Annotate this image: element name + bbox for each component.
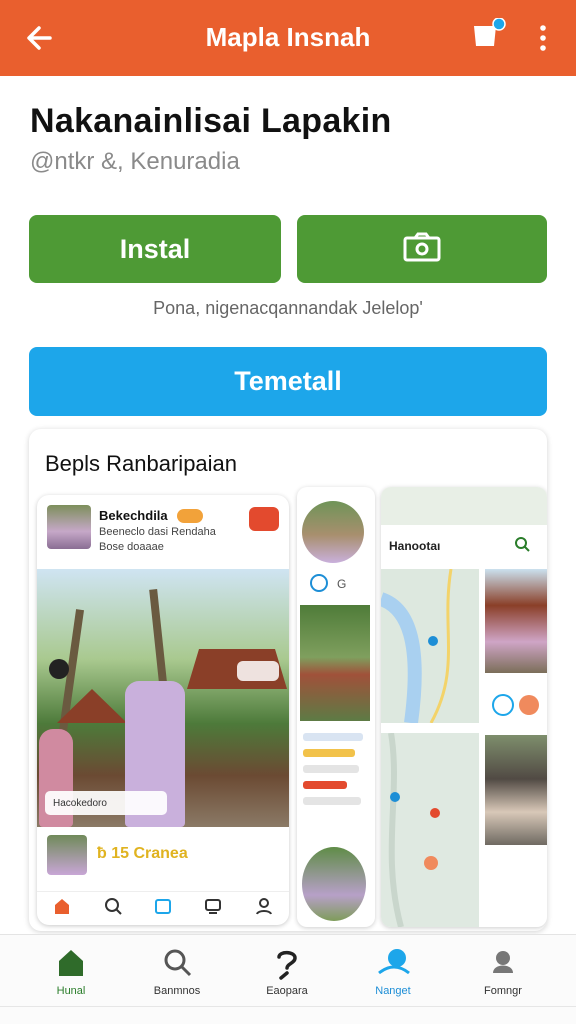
nav-search[interactable]: Banmnos (122, 945, 232, 997)
notification-badge (249, 507, 279, 531)
secondary-action-button[interactable]: Temetall (29, 347, 547, 416)
circle-photo (302, 501, 364, 563)
home-icon (52, 896, 72, 921)
profile-icon (254, 896, 274, 921)
search-icon (103, 896, 123, 921)
screenshot-3[interactable]: Hanootaı (381, 487, 547, 927)
gallery-title: Bepls Ranbaripaian (45, 451, 238, 476)
mini-list (303, 733, 369, 833)
nav-home[interactable]: Hunal (16, 945, 126, 997)
avatar (47, 505, 91, 549)
shot-icons (485, 687, 547, 723)
camera-icon (402, 231, 442, 268)
circle-photo (302, 847, 366, 921)
photo-thumbnail (300, 605, 370, 721)
install-button[interactable]: Instal (29, 215, 281, 283)
map-view (381, 568, 479, 724)
app-screen: Mapla Insnah Nakanainlisai Lapakin @ntkr… (0, 0, 576, 1024)
question-icon (269, 945, 305, 981)
message-icon (203, 896, 223, 921)
map-tile (381, 487, 547, 525)
avatar (47, 835, 87, 875)
search-icon (159, 945, 195, 981)
divider (0, 1006, 576, 1007)
photo-chip (237, 661, 279, 681)
profile-line: Bose doaaae (99, 541, 164, 553)
screenshot-1[interactable]: Bekechdila Beeneclo dasi Rendaha Bose do… (37, 495, 289, 925)
screenshot-2[interactable]: G (297, 487, 375, 927)
photo-thumbnail (485, 569, 547, 673)
nav-nearby[interactable]: Nanget (338, 945, 448, 997)
screenshots-panel: Bepls Ranbaripaian Bekechdila Beeneclo d… (29, 429, 547, 931)
more-options-icon[interactable] (534, 22, 552, 54)
shot-icons: G (309, 573, 359, 593)
map-section-label: Hanootaı (389, 539, 441, 553)
map-view (381, 732, 479, 927)
shop-icon (153, 896, 173, 921)
app-developer: @ntkr &, Kenuradia (30, 148, 240, 175)
camera-dot-icon (49, 659, 69, 679)
nav-help[interactable]: Eaopara (232, 945, 342, 997)
nav-profile[interactable]: Fomngr (448, 945, 558, 997)
coin-badge (177, 509, 203, 523)
bottom-nav: Hunal Banmnos Eaopara Nanget Fomngr (0, 934, 576, 1024)
cart-icon[interactable] (470, 17, 506, 54)
home-icon (53, 945, 89, 981)
photo-thumbnail (485, 735, 547, 845)
map-pin-icon (375, 945, 411, 981)
svg-text:G: G (337, 577, 346, 591)
search-icon (513, 535, 531, 558)
photo-tag: Hacokedoro (45, 791, 167, 815)
install-note: Pona, nigenacqannandak Jelelop' (153, 298, 423, 318)
village-photo: Hacokedoro (37, 569, 289, 827)
app-name: Nakanainlisai Lapakin (30, 102, 392, 140)
top-bar: Mapla Insnah (0, 0, 576, 76)
profile-name: Bekechdila (99, 508, 168, 523)
profile-icon (485, 945, 521, 981)
camera-button[interactable] (297, 215, 547, 283)
shot-nav-bar (37, 891, 289, 925)
price-label: ƀ 15 Cranea (97, 845, 188, 862)
profile-line: Beeneclo dasi Rendaha (99, 526, 216, 538)
